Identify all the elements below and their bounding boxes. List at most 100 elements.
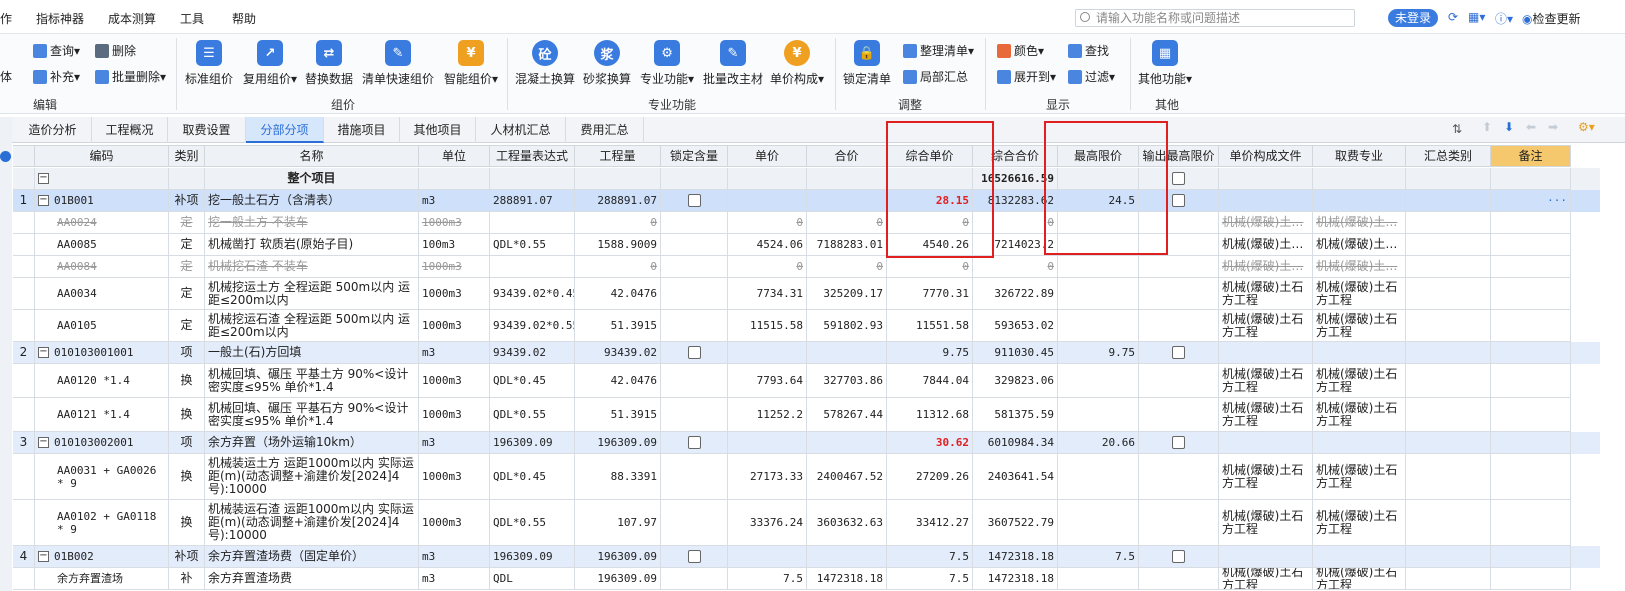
grid-cell[interactable] <box>1406 278 1491 310</box>
max-price[interactable]: 20.66 <box>1058 432 1139 454</box>
move-right-icon[interactable]: ➡ <box>1548 120 1558 134</box>
table-row[interactable]: AA0121 *1.4 换机械回填、碾压 平基石方 90%<设计密实度≤95% 单… <box>13 398 1600 432</box>
column-header[interactable]: 名称 <box>205 145 419 167</box>
refresh-icon[interactable]: ⟳ <box>1448 10 1458 24</box>
fee-specialty[interactable]: 机械(爆破)土… <box>1313 212 1406 234</box>
composite-unit-price[interactable]: 33412.27 <box>887 500 973 546</box>
output-max-checkbox[interactable] <box>1172 550 1185 563</box>
quantity[interactable]: 42.0476 <box>575 278 661 310</box>
total-price[interactable]: 0 <box>807 256 887 278</box>
composite-unit-price[interactable]: 0 <box>887 256 973 278</box>
item-type[interactable]: 补 <box>169 568 205 590</box>
fee-specialty[interactable]: 机械(爆破)土石方工程 <box>1313 568 1406 590</box>
fee-specialty[interactable]: 机械(爆破)土… <box>1313 256 1406 278</box>
table-row[interactable]: AA0102 + GA0118 * 9 换机械装运石渣 运距1000m以内 实际运… <box>13 500 1600 546</box>
unit-price[interactable]: 11515.58 <box>728 310 807 342</box>
total-price[interactable]: 1472318.18 <box>807 568 887 590</box>
settings-icon[interactable]: ⚙▾ <box>1578 120 1595 134</box>
note-cell[interactable] <box>1491 234 1571 256</box>
check-update-button[interactable]: ◉检查更新 <box>1522 10 1581 27</box>
grid-cell[interactable] <box>1406 454 1491 500</box>
apps-icon[interactable]: ▦▾ <box>1468 10 1485 24</box>
collapse-icon[interactable]: − <box>38 173 49 184</box>
max-price[interactable] <box>1058 310 1139 342</box>
quantity-expression[interactable]: QDL*0.55 <box>490 500 575 546</box>
price-file[interactable]: 机械(爆破)土石方工程 <box>1219 364 1313 398</box>
lock-list-button[interactable]: 🔒 锁定清单 <box>843 40 891 87</box>
item-name[interactable]: 机械装运石渣 运距1000m以内 实际运距(m)(动态调整+渝建价发[2024]… <box>205 500 419 546</box>
info-icon[interactable]: ⓘ▾ <box>1495 10 1513 27</box>
item-name[interactable]: 挖一般土方 不装车 <box>205 212 419 234</box>
quantity[interactable]: 1588.9009 <box>575 234 661 256</box>
item-name[interactable]: 余方弃置（场外运输10km） <box>205 432 419 454</box>
code-cell[interactable]: AA0121 *1.4 <box>35 398 169 432</box>
item-name[interactable]: 机械挖运石渣 全程运距 500m以内 运距≤200m以内 <box>205 310 419 342</box>
menu-item-help[interactable]: 帮助 <box>232 10 256 27</box>
composite-total[interactable]: 0 <box>973 256 1058 278</box>
note-cell[interactable] <box>1491 342 1571 364</box>
item-name[interactable]: 机械回填、碾压 平基土方 90%<设计密实度≤95% 单价*1.4 <box>205 364 419 398</box>
quantity[interactable]: 196309.09 <box>575 568 661 590</box>
column-header[interactable]: 工程量表达式 <box>490 145 575 167</box>
item-type[interactable]: 换 <box>169 364 205 398</box>
item-name[interactable]: 机械挖石渣 不装车 <box>205 256 419 278</box>
total-price[interactable] <box>807 190 887 212</box>
menu-item-cost[interactable]: 成本测算 <box>108 10 156 27</box>
code-cell[interactable]: AA0102 + GA0118 * 9 <box>35 500 169 546</box>
collapse-icon[interactable]: − <box>38 437 49 448</box>
price-file[interactable]: 机械(爆破)土石方工程 <box>1219 454 1313 500</box>
item-type[interactable]: 换 <box>169 454 205 500</box>
item-type[interactable]: 补项 <box>169 190 205 212</box>
total-price[interactable]: 325209.17 <box>807 278 887 310</box>
find-button[interactable]: 查找 <box>1068 42 1109 59</box>
price-file[interactable]: 机械(爆破)土石方工程 <box>1219 310 1313 342</box>
total-price[interactable]: 591802.93 <box>807 310 887 342</box>
quantity[interactable]: 51.3915 <box>575 310 661 342</box>
tab-other-items[interactable]: 其他项目 <box>400 117 476 143</box>
table-row[interactable]: 4−01B002 补项 余方弃置渣场费（固定单价） m3 196309.09 196309… <box>13 546 1600 568</box>
quantity[interactable]: 0 <box>575 256 661 278</box>
grid-cell[interactable] <box>1406 190 1491 212</box>
unit-price[interactable]: 33376.24 <box>728 500 807 546</box>
expand-toggle[interactable]: − <box>35 168 169 190</box>
item-unit[interactable]: m3 <box>419 190 490 212</box>
code-cell[interactable]: −01B002 <box>35 546 169 568</box>
max-price[interactable] <box>1058 256 1139 278</box>
column-header[interactable]: 合价 <box>807 145 887 167</box>
code-cell[interactable]: 余方弃置渣场 <box>35 568 169 590</box>
batch-delete-button[interactable]: 批量删除▾ <box>95 68 166 85</box>
max-price[interactable] <box>1058 500 1139 546</box>
note-cell[interactable] <box>1491 278 1571 310</box>
column-header[interactable]: 单价 <box>728 145 807 167</box>
code-cell[interactable]: AA0024 <box>35 212 169 234</box>
column-header[interactable]: 单价构成文件 <box>1219 145 1313 167</box>
table-row[interactable]: 2−010103001001 项一般土(石)方回填 m3 93439.02 93439.… <box>13 342 1600 364</box>
composite-total[interactable]: 593653.02 <box>973 310 1058 342</box>
composite-total[interactable]: 581375.59 <box>973 398 1058 432</box>
code-cell[interactable]: −010103002001 <box>35 432 169 454</box>
max-price[interactable]: 9.75 <box>1058 342 1139 364</box>
grid-cell[interactable] <box>1406 500 1491 546</box>
table-row[interactable]: AA0085 定机械凿打 软质岩(原始子目) 100m3 QDL*0.55 1588.9… <box>13 234 1600 256</box>
table-row[interactable]: AA0084 定机械挖石渣 不装车 1000m3 0 0 0 0 0 机械(爆破)土… 机械(爆破… <box>13 256 1600 278</box>
note-cell[interactable] <box>1491 398 1571 432</box>
price-file[interactable]: 机械(爆破)土… <box>1219 256 1313 278</box>
grid-cell[interactable] <box>1406 364 1491 398</box>
color-button[interactable]: 颜色▾ <box>997 42 1044 59</box>
smart-pricing-button[interactable]: ¥ 智能组价▾ <box>444 40 498 87</box>
unit-price[interactable] <box>728 432 807 454</box>
unit-price[interactable]: 4524.06 <box>728 234 807 256</box>
item-type[interactable]: 定 <box>169 310 205 342</box>
price-file[interactable] <box>1219 190 1313 212</box>
item-name[interactable]: 一般土(石)方回填 <box>205 342 419 364</box>
lock-checkbox[interactable] <box>687 194 701 207</box>
column-header[interactable]: 编码 <box>35 145 169 167</box>
menu-item-tools[interactable]: 工具 <box>180 10 204 27</box>
item-type[interactable]: 换 <box>169 398 205 432</box>
quantity-expression[interactable]: QDL*0.45 <box>490 364 575 398</box>
item-type[interactable]: 换 <box>169 500 205 546</box>
table-row[interactable]: 余方弃置渣场补余方弃置渣场费 m3 QDL 196309.09 7.5 1472318.1… <box>13 568 1600 590</box>
note-cell[interactable] <box>1491 310 1571 342</box>
item-type[interactable]: 项 <box>169 432 205 454</box>
unit-price[interactable] <box>728 546 807 568</box>
